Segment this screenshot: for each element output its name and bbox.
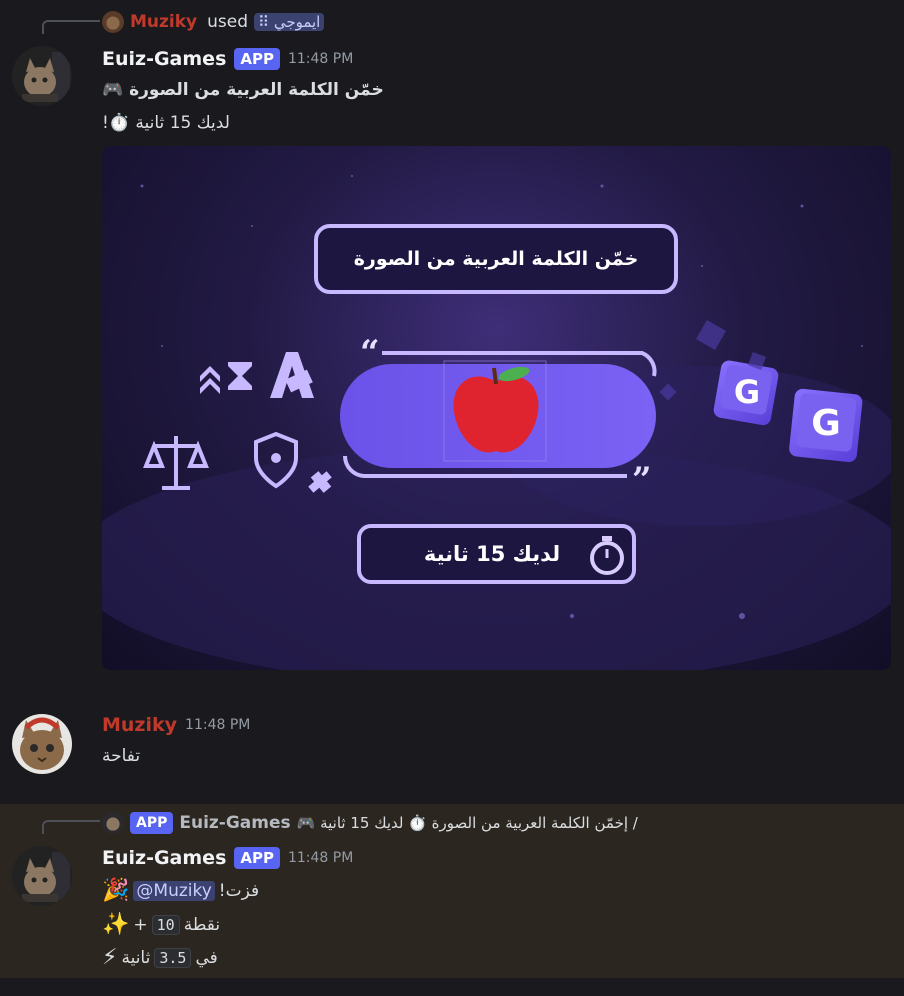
timestamp[interactable]: 11:48 PM: [185, 717, 250, 733]
cube-letter-2: G: [811, 403, 841, 444]
command-icon: ⠿: [258, 13, 270, 31]
reply-connector: [42, 20, 100, 34]
msg1-header: Euiz-Games APP 11:48 PM: [102, 48, 353, 70]
msg3-line2: ✨ + 10 نقطة: [102, 912, 220, 937]
plus-sign: +: [133, 914, 148, 935]
image-title: خمّن الكلمة العربية من الصورة: [353, 248, 639, 270]
timestamp[interactable]: 11:48 PM: [288, 51, 353, 67]
muziky-mini-avatar: [102, 11, 124, 33]
image-timer-text: لديك 15 ثانية: [423, 542, 561, 566]
author-name[interactable]: Euiz-Games: [102, 847, 226, 869]
msg2-header: Muziky 11:48 PM: [102, 714, 250, 736]
reply-preview[interactable]: APP Euiz-Games / إخمّن الكلمة العربية من…: [102, 810, 638, 836]
svg-text:”: ”: [632, 460, 652, 500]
app-badge: APP: [234, 847, 280, 869]
msg1-line2: لديك 15 ثانية ⏱️!: [102, 113, 230, 133]
app-badge: APP: [130, 812, 174, 834]
msg2-text: تفاحة: [102, 746, 141, 766]
reply-user[interactable]: Muziky: [130, 12, 197, 32]
timestamp[interactable]: 11:48 PM: [288, 850, 353, 866]
party-popper-icon: 🎉: [102, 878, 130, 903]
reply-connector: [42, 820, 100, 834]
seconds-value: 3.5: [154, 947, 192, 968]
app-badge: APP: [234, 48, 280, 70]
msg3-line3: ⚡ ثانية 3.5 في: [102, 945, 218, 970]
author-name[interactable]: Muziky: [102, 714, 177, 736]
svg-text:“: “: [360, 333, 380, 373]
user-mention[interactable]: @Muziky: [133, 880, 215, 901]
reply-preview[interactable]: Muziky used ⠿ ايموجي: [102, 10, 325, 34]
in-label: في: [195, 947, 218, 968]
muziky-avatar[interactable]: [12, 714, 72, 774]
points-value: 10: [151, 914, 180, 935]
msg1-line1: خمّن الكلمة العربية من الصورة 🎮: [102, 80, 384, 100]
cube-letter-1: G: [733, 373, 761, 411]
points-label: نقطة: [183, 914, 221, 935]
msg3-header: Euiz-Games APP 11:48 PM: [102, 847, 353, 869]
won-text: !فزت: [218, 880, 260, 901]
reply-text: / إخمّن الكلمة العربية من الصورة ⏱️ لديك…: [296, 814, 638, 832]
euiz-avatar[interactable]: [12, 846, 72, 906]
reply-command[interactable]: ⠿ ايموجي: [254, 13, 325, 31]
seconds-label: ثانية: [121, 947, 151, 968]
euiz-mini-avatar: [102, 812, 124, 834]
author-name[interactable]: Euiz-Games: [102, 48, 226, 70]
reply-user[interactable]: Euiz-Games: [179, 813, 290, 833]
sparkles-icon: ✨: [102, 912, 130, 937]
reply-used-label: used: [207, 12, 249, 32]
msg3-line1: 🎉 @Muziky !فزت: [102, 878, 259, 903]
lightning-icon: ⚡: [102, 945, 118, 970]
euiz-avatar[interactable]: [12, 46, 72, 106]
game-image[interactable]: “ ” خمّن الكلمة العربية من الصورة لديك 1…: [102, 146, 891, 670]
